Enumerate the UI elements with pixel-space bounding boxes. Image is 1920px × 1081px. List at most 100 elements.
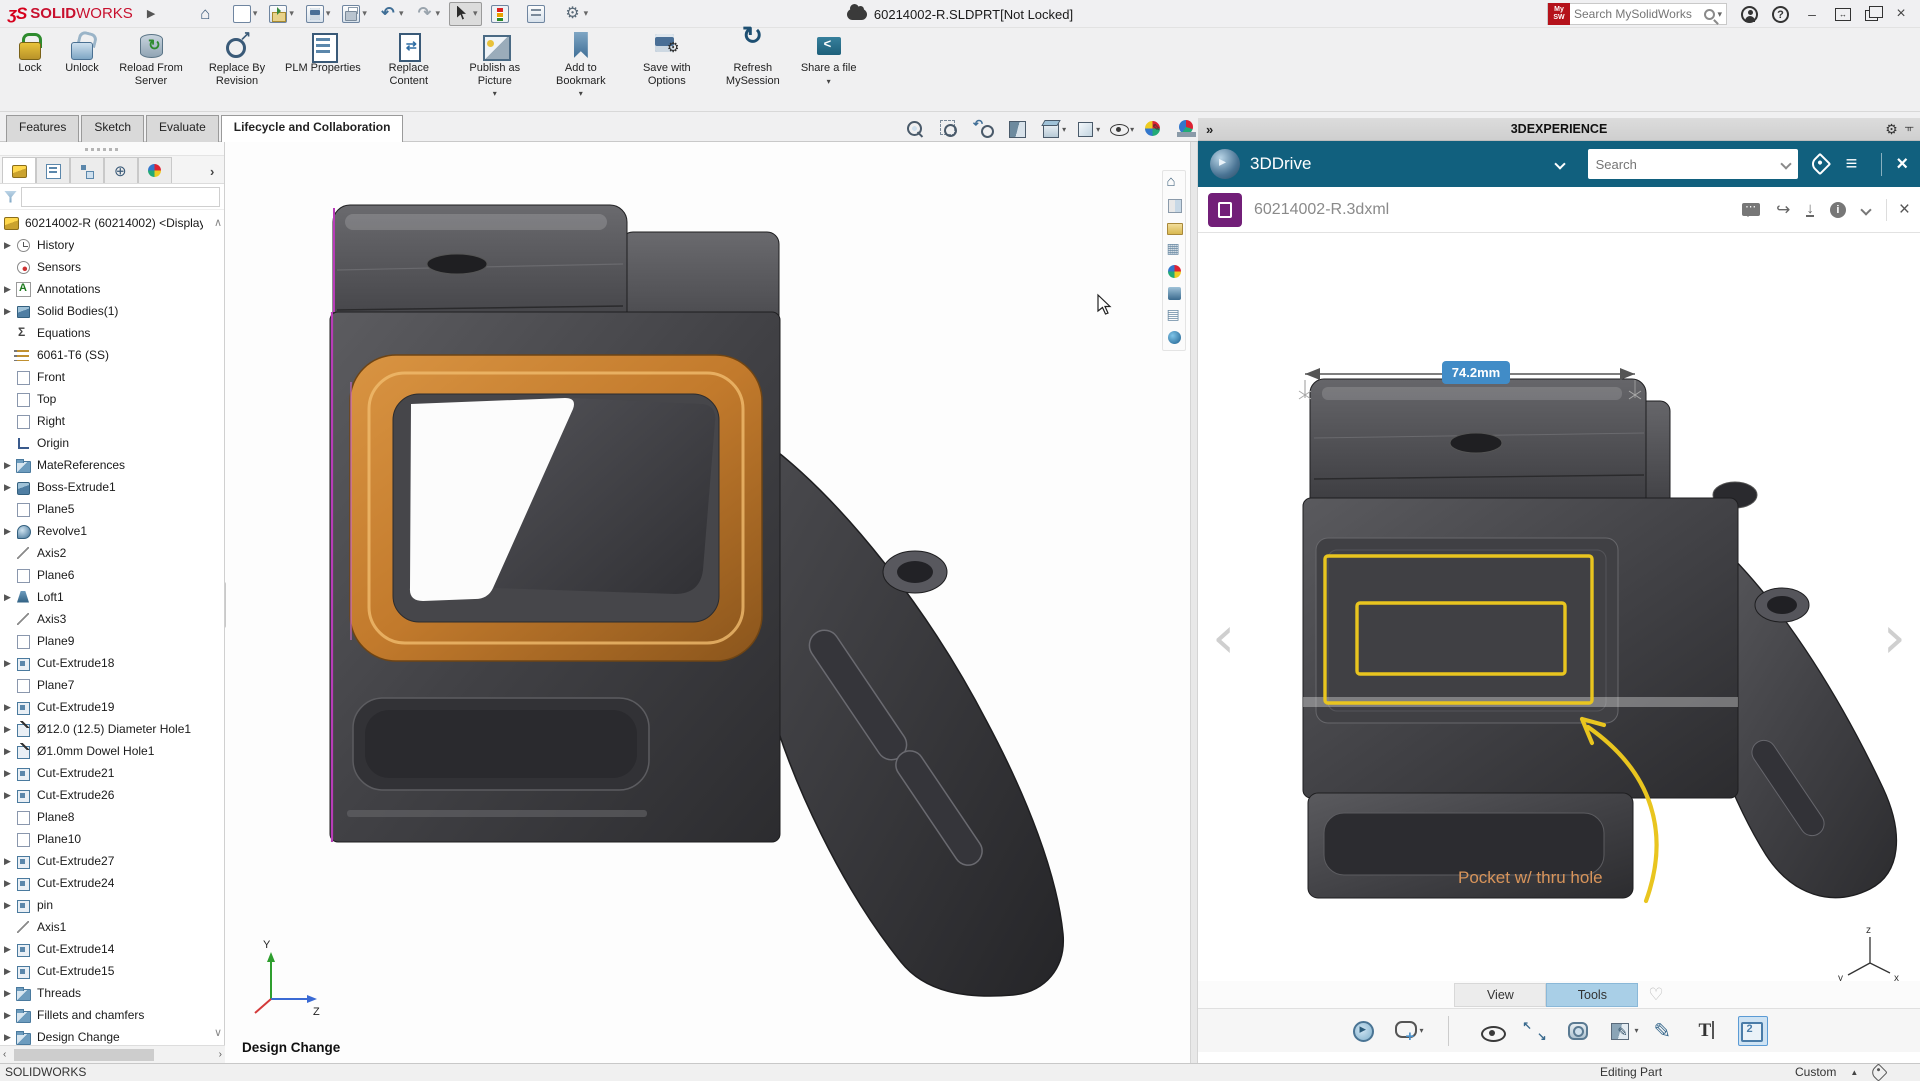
manager-tab[interactable] [70,157,104,183]
lifecycle-button[interactable]: Publish as Picture ▾ [452,31,538,102]
filter-funnel-icon[interactable] [4,191,17,203]
commandmanager-grip[interactable] [0,142,224,156]
dropdown-arrow-icon[interactable]: ▾ [1062,125,1066,134]
feature-tree-item[interactable]: ▶ pin [0,894,206,916]
feature-tree-item[interactable]: ▶ Axis3 [0,608,206,630]
favorite-heart-icon[interactable]: ♡ [1648,985,1663,1005]
panel-tool-button[interactable]: ▾ [1523,1016,1553,1046]
task-pane-icon[interactable] [1166,263,1183,280]
quick-toolbar-button[interactable]: ▾ [561,3,592,25]
previous-model-arrow[interactable]: ‹ [1212,603,1235,671]
panel-tool-button[interactable]: ▾ [1351,1016,1381,1046]
dropdown-arrow-icon[interactable]: ▾ [584,8,589,19]
panel-tool-button[interactable]: ▾ [1480,1016,1510,1046]
dropdown-arrow-icon[interactable]: ▾ [1419,1026,1423,1035]
dropdown-arrow-icon[interactable]: ▾ [827,76,831,89]
commandmanager-tab[interactable]: Sketch [81,115,144,142]
quick-toolbar-button[interactable]: ▾ [488,3,519,25]
headsup-button[interactable]: ▾ [1041,119,1066,139]
feature-tree-item[interactable]: ▶ Solid Bodies(1) [0,300,206,322]
restore-button[interactable] [1865,10,1878,21]
feature-tree-item[interactable]: ▶ Ø12.0 (12.5) Diameter Hole1 [0,718,206,740]
panel-tool-button[interactable]: ▾ [1738,1016,1768,1046]
manager-tab[interactable] [138,157,172,183]
dropdown-arrow-icon[interactable]: ▾ [473,8,478,19]
expand-arrow-icon[interactable]: ▶ [4,746,16,757]
feature-tree-item[interactable]: ▶ Threads [0,982,206,1004]
feature-tree-item[interactable]: ▶ Plane8 [0,806,206,828]
expand-arrow-icon[interactable]: ▶ [4,1010,16,1021]
commandmanager-tab[interactable]: Lifecycle and Collaboration [221,115,404,142]
panel-search-box[interactable] [1588,149,1798,179]
dropdown-arrow-icon[interactable]: ▾ [326,8,331,19]
feature-tree-item[interactable]: ▶ Plane10 [0,828,206,850]
tree-scroll-down-icon[interactable]: ∨ [214,1026,222,1039]
expand-arrow-icon[interactable]: ▶ [4,482,16,493]
feature-tree-item[interactable]: ▶ 6061-T6 (SS) [0,344,206,366]
headsup-button[interactable]: ▾ [1143,119,1168,139]
tree-scroll-up-icon[interactable]: ∧ [214,216,222,229]
feature-tree-item[interactable]: ▶ Boss-Extrude1 [0,476,206,498]
feature-tree-item[interactable]: ▶ Ø1.0mm Dowel Hole1 [0,740,206,762]
panel-splitter-grip[interactable]: ◂ [225,582,226,628]
feature-tree-item[interactable]: ▶ Axis2 [0,542,206,564]
expand-arrow-icon[interactable]: ▶ [4,1032,16,1043]
feature-tree-item[interactable]: ▶ Sensors [0,256,206,278]
panel-tool-button[interactable]: ▾ [1394,1016,1424,1046]
search-dropdown-icon[interactable] [1780,158,1791,169]
headsup-button[interactable]: ▾ [1109,119,1134,139]
panel-close-icon[interactable]: × [1881,153,1908,176]
panel-tool-button[interactable]: ▾ [1652,1016,1682,1046]
task-pane-icon[interactable] [1166,285,1183,302]
task-pane-icon[interactable] [1166,197,1183,214]
lifecycle-button[interactable]: Unlock ▾ [56,31,108,89]
feature-tree-item[interactable]: ▶ Cut-Extrude26 [0,784,206,806]
panel-tool-button[interactable]: ▾ [1609,1016,1639,1046]
lifecycle-button[interactable]: Share a file ▾ [796,31,862,89]
feature-tree-item[interactable]: ▶ Front [0,366,206,388]
lifecycle-button[interactable]: PLM Properties ▾ [280,31,366,89]
manager-tab[interactable] [104,157,138,183]
task-pane-icon[interactable] [1166,175,1183,192]
panel-tab[interactable]: Tools [1546,983,1638,1007]
mysolidworks-search[interactable]: My SW ▾ [1547,3,1727,25]
help-icon[interactable]: ? [1772,6,1789,23]
graphics-viewport[interactable]: Y Z Design Change ◂ [225,142,1190,1063]
expand-arrow-icon[interactable]: ▶ [4,284,16,295]
feature-tree-item[interactable]: ▶ Cut-Extrude14 [0,938,206,960]
task-pane-icon[interactable] [1166,219,1183,236]
expand-arrow-icon[interactable]: ▶ [4,900,16,911]
next-model-arrow[interactable]: › [1883,603,1906,671]
feature-tree-item[interactable]: ▶ Cut-Extrude19 [0,696,206,718]
feature-tree-item[interactable]: ▶ Equations [0,322,206,344]
feature-tree-item[interactable]: ▶ MateReferences [0,454,206,476]
quick-toolbar-button[interactable]: ▾ [303,3,334,25]
expand-arrow-icon[interactable]: ▶ [4,988,16,999]
manager-tabs-expand-icon[interactable]: › [210,164,214,179]
quick-toolbar-button[interactable]: ▾ [339,3,370,25]
collapse-panes-button[interactable]: ↔ [1835,8,1851,21]
task-pane-icon[interactable] [1166,241,1183,258]
quick-toolbar-button[interactable]: ▾ [266,3,297,25]
expand-arrow-icon[interactable]: ▶ [4,856,16,867]
expand-arrow-icon[interactable]: ▶ [4,658,16,669]
feature-tree-item[interactable]: ▶ Annotations [0,278,206,300]
tag-status-icon[interactable] [1870,1063,1888,1081]
scroll-right-icon[interactable]: › [219,1049,222,1060]
task-pane-icon[interactable] [1166,329,1183,346]
dropdown-arrow-icon[interactable]: ▾ [579,88,583,101]
quick-toolbar-button[interactable]: ▾ [524,3,555,25]
feature-tree-item[interactable]: ▶ Plane7 [0,674,206,696]
feature-tree-item[interactable]: ▶ Cut-Extrude21 [0,762,206,784]
search-icon[interactable] [1704,9,1715,20]
expand-arrow-icon[interactable]: ▶ [4,878,16,889]
scrollbar-thumb[interactable] [14,1049,154,1061]
headsup-button[interactable]: ▾ [1075,119,1100,139]
panel-tool-button[interactable]: ▾ [1437,1016,1467,1046]
panel-tool-button[interactable]: ▾ [1695,1016,1725,1046]
3dexperience-compass-icon[interactable] [1210,149,1240,179]
panel-tab[interactable]: View [1454,983,1546,1007]
feature-tree-item[interactable]: ▶ Plane5 [0,498,206,520]
dropdown-arrow-icon[interactable]: ▾ [1130,125,1134,134]
dropdown-arrow-icon[interactable]: ▾ [253,8,258,19]
